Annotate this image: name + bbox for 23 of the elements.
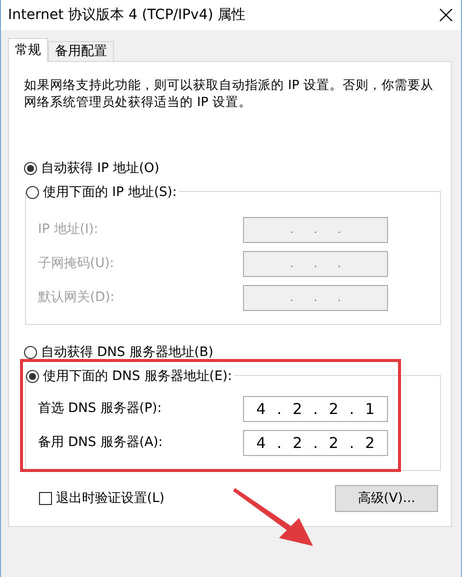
ip-address-field[interactable]: 4 . 2 . 2 . 2 bbox=[243, 430, 388, 456]
radio-label: 使用下面的 DNS 服务器地址(E): bbox=[43, 368, 232, 386]
radio-button[interactable] bbox=[24, 346, 37, 360]
radio-button[interactable] bbox=[26, 370, 39, 383]
description-text: 如果网络支持此功能，则可以获取自动指派的 IP 设置。否则，你需要从网络系统管理员处获得适当的 IP 设置。 bbox=[23, 76, 434, 110]
radio-button[interactable] bbox=[26, 186, 39, 199]
radio-label: 使用下面的 IP 地址(S): bbox=[43, 184, 177, 202]
field-label: IP 地址(I): bbox=[38, 221, 98, 240]
field-label: 首选 DNS 服务器(P): bbox=[38, 400, 162, 418]
tab[interactable]: 常规 bbox=[8, 38, 48, 62]
close-icon[interactable] bbox=[439, 8, 453, 22]
field-label: 子网掩码(U): bbox=[38, 255, 114, 274]
radio-label: 自动获得 IP 地址(O) bbox=[41, 160, 160, 178]
radio-label: 自动获得 DNS 服务器地址(B) bbox=[41, 344, 214, 362]
field-label: 备用 DNS 服务器(A): bbox=[38, 434, 163, 452]
radio-button[interactable] bbox=[24, 162, 37, 176]
window-title: Internet 协议版本 4 (TCP/IPv4) 属性 bbox=[8, 6, 246, 24]
tab[interactable]: 备用配置 bbox=[48, 41, 114, 61]
ip-address-field[interactable]: 4 . 2 . 2 . 1 bbox=[243, 396, 388, 422]
checkbox[interactable] bbox=[39, 492, 52, 505]
field-label: 默认网关(D): bbox=[38, 289, 115, 308]
checkbox-label: 退出时验证设置(L) bbox=[56, 490, 164, 508]
advanced-button[interactable]: 高级(V)... bbox=[335, 485, 438, 512]
